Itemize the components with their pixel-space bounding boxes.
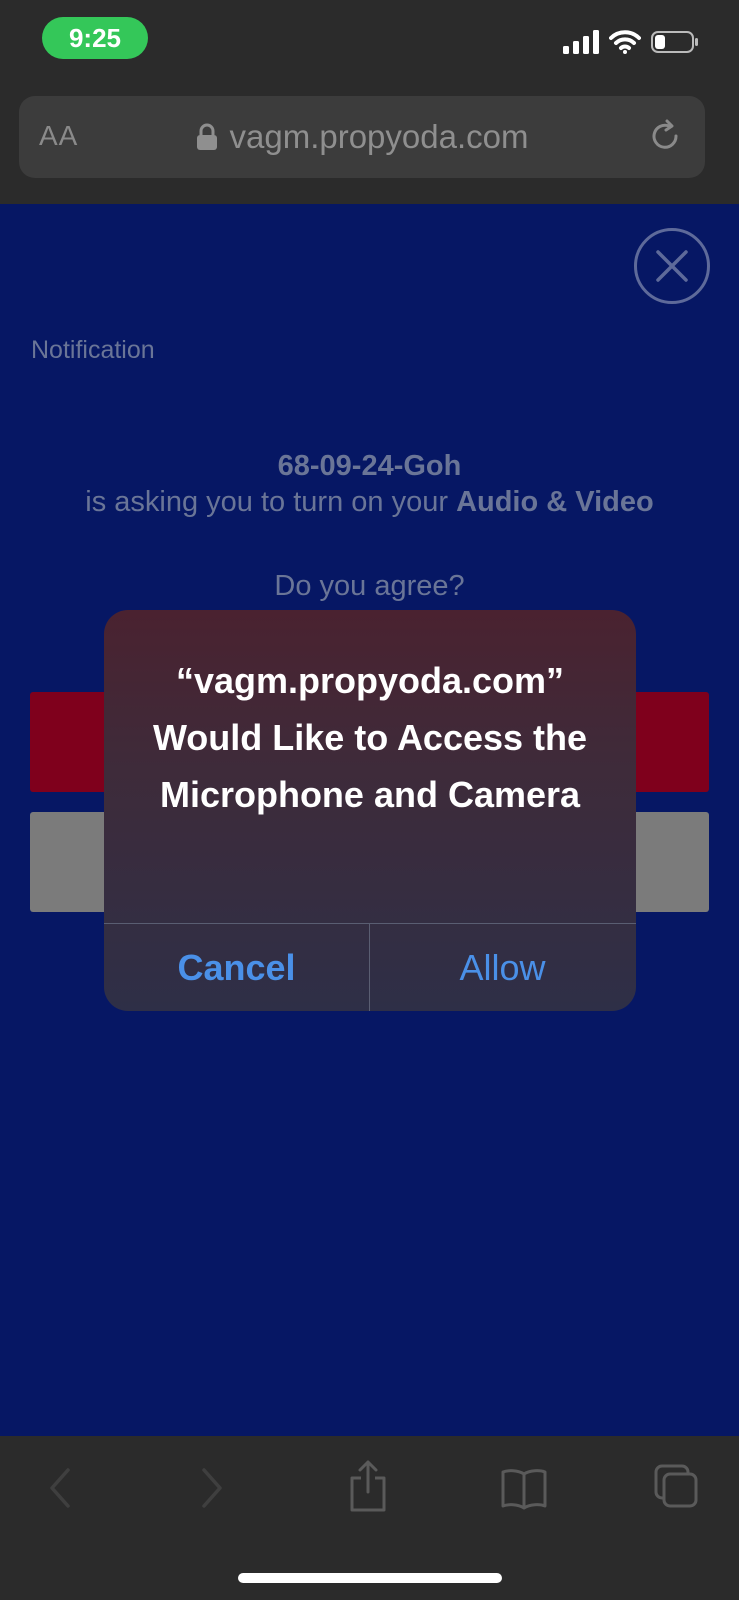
home-indicator [238, 1573, 502, 1583]
alert-title: “vagm.propyoda.com” Would Like to Access… [152, 660, 588, 815]
forward-icon[interactable] [196, 1466, 228, 1515]
status-bar: 9:25 [0, 0, 739, 90]
reload-icon[interactable] [647, 118, 683, 159]
address-bar[interactable]: AA vagm.propyoda.com [19, 96, 705, 178]
request-text-bold: Audio & Video [456, 486, 654, 518]
notification-label: Notification [31, 336, 155, 364]
share-icon[interactable] [348, 1458, 388, 1519]
request-text-plain: is asking you to turn on your [85, 486, 448, 518]
permission-alert: “vagm.propyoda.com” Would Like to Access… [104, 610, 636, 1011]
status-icons [563, 30, 699, 59]
cancel-button[interactable]: Cancel [104, 924, 369, 1011]
close-button[interactable] [634, 228, 710, 304]
signal-icon [563, 30, 599, 59]
requester-name: 68-09-24-Goh [277, 450, 462, 482]
tabs-icon[interactable] [652, 1462, 700, 1515]
battery-icon [651, 30, 699, 59]
close-icon [656, 250, 688, 282]
lock-icon [196, 121, 218, 159]
back-icon[interactable] [44, 1466, 76, 1515]
request-text: is asking you to turn on your Audio & Vi… [0, 486, 739, 519]
allow-button[interactable]: Allow [370, 924, 635, 1011]
url-text: vagm.propyoda.com [229, 118, 529, 155]
bookmarks-icon[interactable] [500, 1466, 548, 1515]
status-time: 9:25 [42, 17, 148, 59]
wifi-icon [609, 30, 641, 59]
agree-question: Do you agree? [274, 570, 465, 602]
url-display[interactable]: vagm.propyoda.com [19, 118, 705, 159]
